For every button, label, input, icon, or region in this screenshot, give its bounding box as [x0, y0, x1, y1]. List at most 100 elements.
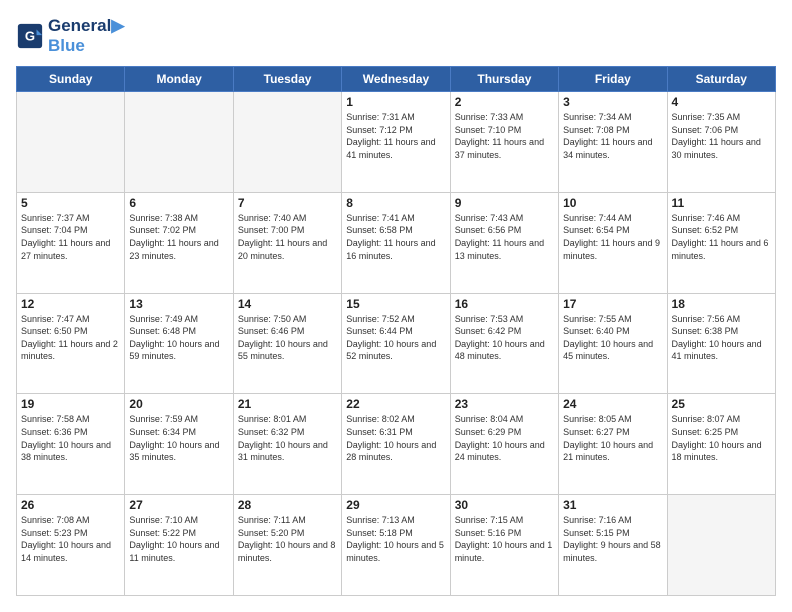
week-row-1: 5 Sunrise: 7:37 AMSunset: 7:04 PMDaylight…: [17, 192, 776, 293]
day-number: 17: [563, 297, 662, 311]
day-info: Sunrise: 7:35 AMSunset: 7:06 PMDaylight:…: [672, 111, 771, 161]
day-cell-12: 12 Sunrise: 7:47 AMSunset: 6:50 PMDayligh…: [17, 293, 125, 394]
svg-text:G: G: [25, 29, 35, 44]
day-number: 28: [238, 498, 337, 512]
day-info: Sunrise: 8:04 AMSunset: 6:29 PMDaylight:…: [455, 413, 554, 463]
day-cell-31: 31 Sunrise: 7:16 AMSunset: 5:15 PMDayligh…: [559, 495, 667, 596]
day-cell-5: 5 Sunrise: 7:37 AMSunset: 7:04 PMDaylight…: [17, 192, 125, 293]
day-number: 14: [238, 297, 337, 311]
day-header-monday: Monday: [125, 67, 233, 92]
week-row-4: 26 Sunrise: 7:08 AMSunset: 5:23 PMDayligh…: [17, 495, 776, 596]
day-cell-3: 3Sunrise: 7:34 AMSunset: 7:08 PMDaylight…: [559, 92, 667, 193]
day-cell-23: 23Sunrise: 8:04 AMSunset: 6:29 PMDayligh…: [450, 394, 558, 495]
day-number: 19: [21, 397, 120, 411]
day-info: Sunrise: 7:49 AMSunset: 6:48 PMDaylight:…: [129, 313, 228, 363]
day-info: Sunrise: 7:58 AMSunset: 6:36 PMDaylight:…: [21, 413, 120, 463]
day-number: 26: [21, 498, 120, 512]
day-number: 30: [455, 498, 554, 512]
day-number: 9: [455, 196, 554, 210]
header: G General▶ Blue: [16, 16, 776, 56]
day-cell-1: 1 Sunrise: 7:31 AMSunset: 7:12 PMDaylight…: [342, 92, 450, 193]
page: G General▶ Blue SundayMondayTuesdayWedne…: [0, 0, 792, 612]
day-info: Sunrise: 7:53 AMSunset: 6:42 PMDaylight:…: [455, 313, 554, 363]
calendar-table: SundayMondayTuesdayWednesdayThursdayFrid…: [16, 66, 776, 596]
day-number: 22: [346, 397, 445, 411]
calendar-header-row: SundayMondayTuesdayWednesdayThursdayFrid…: [17, 67, 776, 92]
day-cell-13: 13 Sunrise: 7:49 AMSunset: 6:48 PMDayligh…: [125, 293, 233, 394]
day-cell-19: 19 Sunrise: 7:58 AMSunset: 6:36 PMDayligh…: [17, 394, 125, 495]
day-info: Sunrise: 7:38 AMSunset: 7:02 PMDaylight:…: [129, 212, 228, 262]
day-info: Sunrise: 7:13 AMSunset: 5:18 PMDaylight:…: [346, 514, 445, 564]
day-number: 3: [563, 95, 662, 109]
day-number: 15: [346, 297, 445, 311]
day-number: 5: [21, 196, 120, 210]
day-number: 16: [455, 297, 554, 311]
day-number: 20: [129, 397, 228, 411]
day-number: 31: [563, 498, 662, 512]
day-number: 4: [672, 95, 771, 109]
day-cell-8: 8 Sunrise: 7:41 AMSunset: 6:58 PMDaylight…: [342, 192, 450, 293]
day-number: 7: [238, 196, 337, 210]
day-cell-10: 10 Sunrise: 7:44 AMSunset: 6:54 PMDayligh…: [559, 192, 667, 293]
day-number: 18: [672, 297, 771, 311]
day-info: Sunrise: 8:01 AMSunset: 6:32 PMDaylight:…: [238, 413, 337, 463]
day-number: 21: [238, 397, 337, 411]
day-cell-2: 2Sunrise: 7:33 AMSunset: 7:10 PMDaylight…: [450, 92, 558, 193]
day-header-thursday: Thursday: [450, 67, 558, 92]
day-cell-20: 20Sunrise: 7:59 AMSunset: 6:34 PMDayligh…: [125, 394, 233, 495]
day-header-tuesday: Tuesday: [233, 67, 341, 92]
logo: G General▶ Blue: [16, 16, 124, 56]
day-cell-17: 17 Sunrise: 7:55 AMSunset: 6:40 PMDayligh…: [559, 293, 667, 394]
day-cell-22: 22 Sunrise: 8:02 AMSunset: 6:31 PMDayligh…: [342, 394, 450, 495]
week-row-3: 19 Sunrise: 7:58 AMSunset: 6:36 PMDayligh…: [17, 394, 776, 495]
day-cell-9: 9 Sunrise: 7:43 AMSunset: 6:56 PMDaylight…: [450, 192, 558, 293]
day-cell-25: 25 Sunrise: 8:07 AMSunset: 6:25 PMDayligh…: [667, 394, 775, 495]
day-cell-4: 4 Sunrise: 7:35 AMSunset: 7:06 PMDaylight…: [667, 92, 775, 193]
empty-cell: [125, 92, 233, 193]
day-cell-24: 24Sunrise: 8:05 AMSunset: 6:27 PMDayligh…: [559, 394, 667, 495]
day-number: 11: [672, 196, 771, 210]
day-cell-6: 6 Sunrise: 7:38 AMSunset: 7:02 PMDaylight…: [125, 192, 233, 293]
day-cell-28: 28 Sunrise: 7:11 AMSunset: 5:20 PMDayligh…: [233, 495, 341, 596]
week-row-0: 1 Sunrise: 7:31 AMSunset: 7:12 PMDaylight…: [17, 92, 776, 193]
day-info: Sunrise: 7:16 AMSunset: 5:15 PMDaylight:…: [563, 514, 662, 564]
day-cell-7: 7 Sunrise: 7:40 AMSunset: 7:00 PMDaylight…: [233, 192, 341, 293]
day-number: 12: [21, 297, 120, 311]
empty-cell: [233, 92, 341, 193]
week-row-2: 12 Sunrise: 7:47 AMSunset: 6:50 PMDayligh…: [17, 293, 776, 394]
day-cell-14: 14Sunrise: 7:50 AMSunset: 6:46 PMDayligh…: [233, 293, 341, 394]
day-info: Sunrise: 7:31 AMSunset: 7:12 PMDaylight:…: [346, 111, 445, 161]
day-info: Sunrise: 7:11 AMSunset: 5:20 PMDaylight:…: [238, 514, 337, 564]
day-number: 2: [455, 95, 554, 109]
day-number: 1: [346, 95, 445, 109]
day-info: Sunrise: 7:55 AMSunset: 6:40 PMDaylight:…: [563, 313, 662, 363]
day-header-sunday: Sunday: [17, 67, 125, 92]
day-number: 13: [129, 297, 228, 311]
day-info: Sunrise: 7:46 AMSunset: 6:52 PMDaylight:…: [672, 212, 771, 262]
day-info: Sunrise: 7:41 AMSunset: 6:58 PMDaylight:…: [346, 212, 445, 262]
day-cell-18: 18Sunrise: 7:56 AMSunset: 6:38 PMDayligh…: [667, 293, 775, 394]
day-info: Sunrise: 7:15 AMSunset: 5:16 PMDaylight:…: [455, 514, 554, 564]
day-header-friday: Friday: [559, 67, 667, 92]
day-info: Sunrise: 7:44 AMSunset: 6:54 PMDaylight:…: [563, 212, 662, 262]
day-cell-15: 15 Sunrise: 7:52 AMSunset: 6:44 PMDayligh…: [342, 293, 450, 394]
day-info: Sunrise: 8:07 AMSunset: 6:25 PMDaylight:…: [672, 413, 771, 463]
day-info: Sunrise: 7:52 AMSunset: 6:44 PMDaylight:…: [346, 313, 445, 363]
day-cell-27: 27Sunrise: 7:10 AMSunset: 5:22 PMDayligh…: [125, 495, 233, 596]
day-info: Sunrise: 7:47 AMSunset: 6:50 PMDaylight:…: [21, 313, 120, 363]
day-info: Sunrise: 7:37 AMSunset: 7:04 PMDaylight:…: [21, 212, 120, 262]
logo-blue: Blue: [48, 36, 124, 56]
day-info: Sunrise: 8:02 AMSunset: 6:31 PMDaylight:…: [346, 413, 445, 463]
day-cell-30: 30 Sunrise: 7:15 AMSunset: 5:16 PMDayligh…: [450, 495, 558, 596]
day-number: 6: [129, 196, 228, 210]
day-info: Sunrise: 7:08 AMSunset: 5:23 PMDaylight:…: [21, 514, 120, 564]
day-number: 27: [129, 498, 228, 512]
day-info: Sunrise: 7:40 AMSunset: 7:00 PMDaylight:…: [238, 212, 337, 262]
day-number: 8: [346, 196, 445, 210]
day-number: 10: [563, 196, 662, 210]
day-info: Sunrise: 7:43 AMSunset: 6:56 PMDaylight:…: [455, 212, 554, 262]
day-number: 25: [672, 397, 771, 411]
empty-cell: [667, 495, 775, 596]
day-number: 24: [563, 397, 662, 411]
day-cell-29: 29Sunrise: 7:13 AMSunset: 5:18 PMDayligh…: [342, 495, 450, 596]
